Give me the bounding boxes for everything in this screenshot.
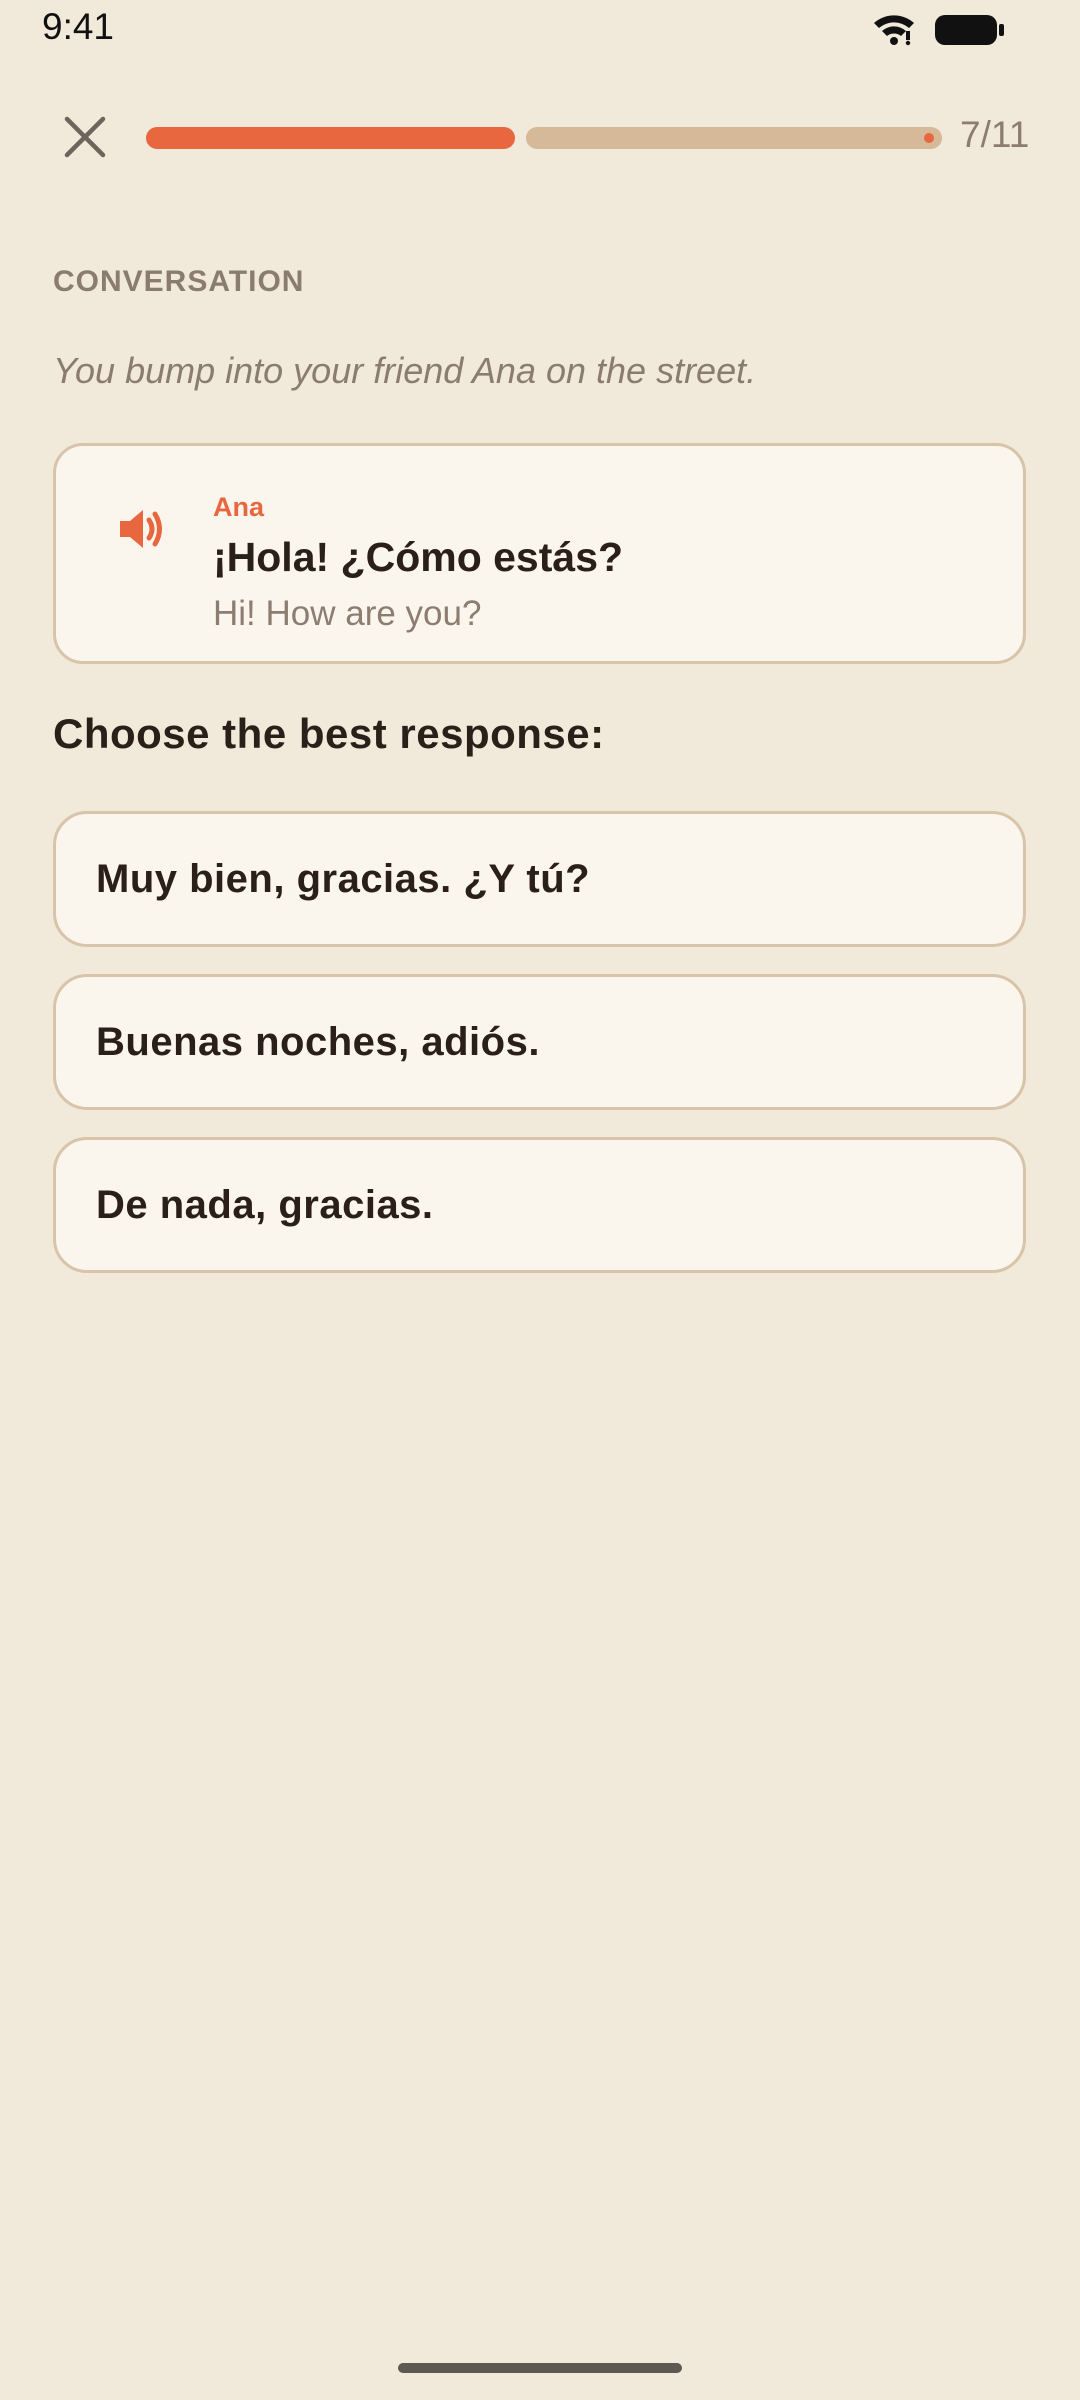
answer-option-3[interactable]: De nada, gracias. [53, 1137, 1026, 1273]
answer-option-1[interactable]: Muy bien, gracias. ¿Y tú? [53, 811, 1026, 947]
home-indicator[interactable] [398, 2363, 682, 2373]
status-time: 9:41 [42, 6, 115, 47]
dialogue-translation: Hi! How are you? [213, 594, 482, 633]
speaker-icon [120, 510, 162, 548]
dialogue-card: Ana ¡Hola! ¿Cómo estás? Hi! How are you? [53, 443, 1026, 664]
speaker-name: Ana [213, 492, 265, 522]
progress-end-dot [924, 133, 934, 143]
close-button[interactable] [50, 102, 120, 172]
scenario-text: You bump into your friend Ana on the str… [53, 350, 757, 391]
lesson-progress-bar [146, 127, 942, 149]
lesson-screen: 9:41 7/11 CONVERSATION You bump into you… [0, 0, 1080, 2400]
progress-fill [146, 127, 515, 149]
dialogue-line: ¡Hola! ¿Cómo estás? [213, 534, 624, 580]
answer-option-2[interactable]: Buenas noches, adiós. [53, 974, 1026, 1110]
battery-icon [935, 15, 1004, 45]
status-bar: 9:41 [0, 0, 1080, 60]
question-prompt: Choose the best response: [53, 710, 605, 757]
wifi-icon [874, 15, 914, 46]
close-icon [64, 116, 106, 158]
progress-remaining [526, 127, 942, 149]
section-label: CONVERSATION [53, 265, 305, 298]
play-audio-button[interactable] [110, 498, 172, 560]
progress-count: 7/11 [960, 114, 1030, 155]
